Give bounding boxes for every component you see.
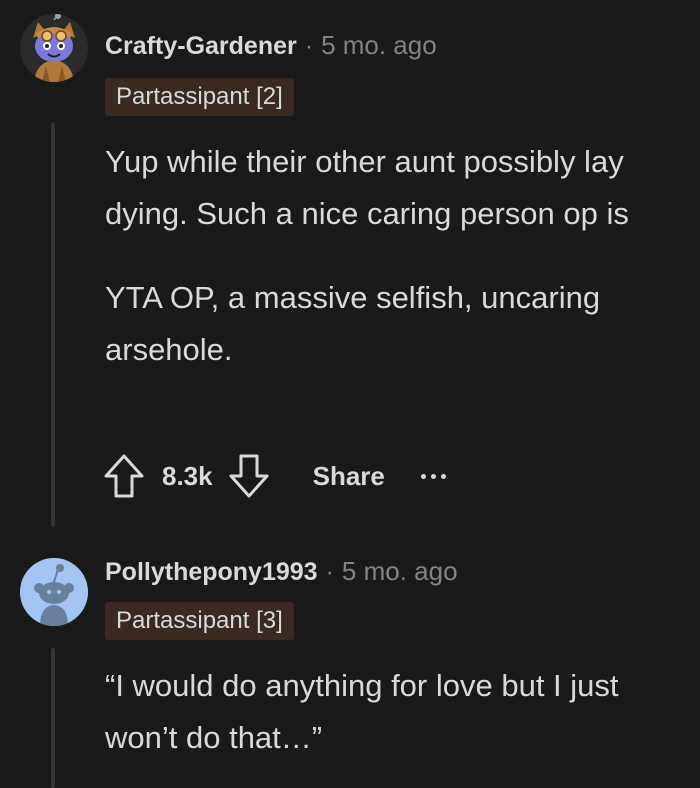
comment-body: Yup while their other aunt possibly lay …	[105, 136, 685, 376]
comment-age: 5 mo. ago	[321, 30, 437, 60]
thread-line[interactable]	[51, 648, 55, 788]
username[interactable]: Crafty-Gardener	[105, 32, 297, 61]
downvote-button[interactable]	[225, 449, 273, 503]
downvote-arrow-icon	[229, 454, 269, 498]
snoo-avatar-icon	[20, 14, 88, 82]
avatar-crafty-gardener[interactable]	[20, 14, 88, 82]
upvote-button[interactable]	[100, 449, 148, 503]
username[interactable]: Pollythepony1993	[105, 558, 318, 587]
comment-paragraph: YTA OP, a massive selfish, uncaring arse…	[105, 280, 601, 367]
comment-actions: 8.3k Share	[100, 449, 446, 503]
comment-meta: Crafty-Gardener · 5 mo. ago	[105, 30, 437, 61]
comment-pollythepony1993: Pollythepony1993 · 5 mo. ago Partassipan…	[0, 540, 700, 788]
thread-line[interactable]	[51, 122, 55, 527]
user-flair: Partassipant [2]	[105, 78, 294, 116]
avatar-pollythepony1993[interactable]	[20, 558, 88, 626]
comment-crafty-gardener: Crafty-Gardener · 5 mo. ago Partassipant…	[0, 0, 700, 540]
meta-separator: ·	[304, 32, 314, 60]
comment-age: 5 mo. ago	[341, 556, 458, 586]
meta-separator: ·	[325, 558, 334, 586]
comment-meta: Pollythepony1993 · 5 mo. ago	[105, 556, 458, 587]
vote-score: 8.3k	[162, 460, 213, 491]
comment-paragraph: Yup while their other aunt possibly lay …	[105, 144, 629, 231]
more-options-icon[interactable]	[420, 449, 446, 503]
comment-paragraph: “I would do anything for love but I just…	[105, 668, 619, 755]
user-flair: Partassipant [3]	[105, 602, 294, 640]
comment-body: “I would do anything for love but I just…	[105, 660, 685, 764]
default-snoo-avatar-icon	[20, 558, 88, 626]
upvote-arrow-icon	[104, 454, 144, 498]
share-button[interactable]: Share	[313, 461, 385, 492]
